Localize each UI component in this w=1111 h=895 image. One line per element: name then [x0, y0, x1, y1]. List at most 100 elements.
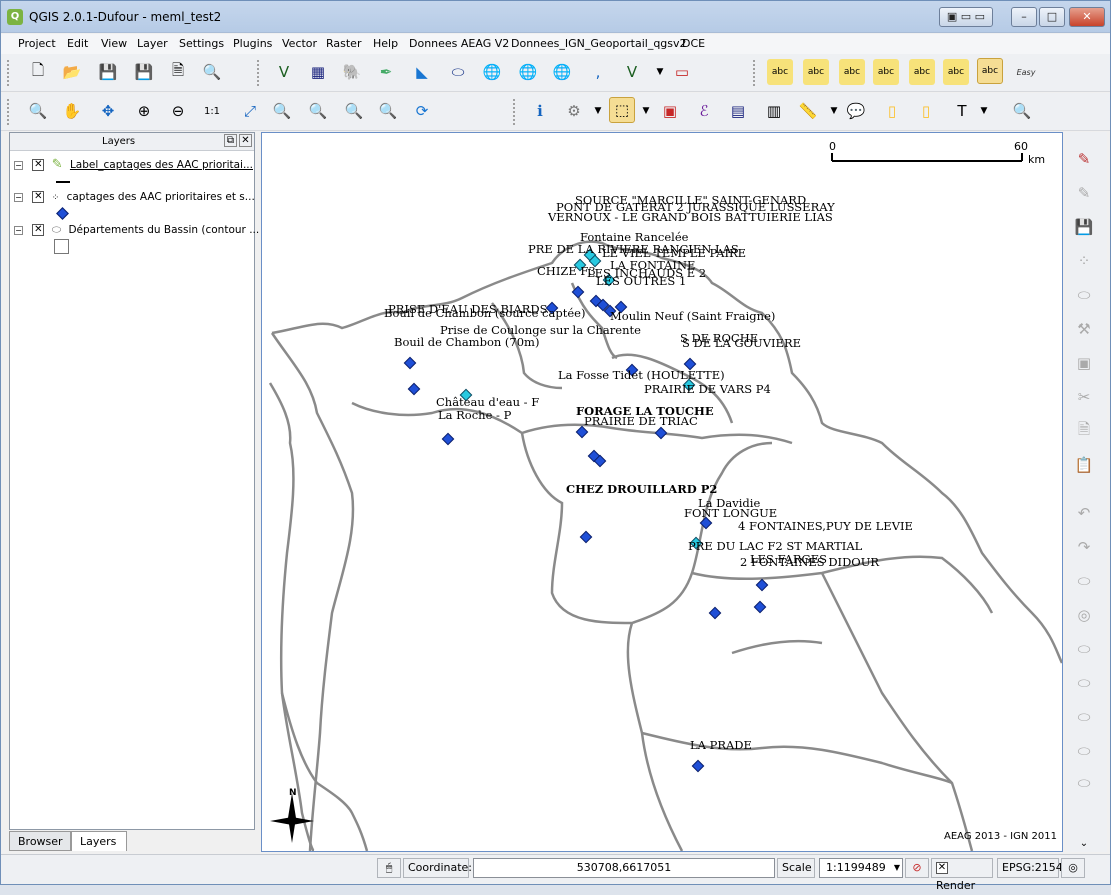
move-label-icon[interactable]: abc	[909, 59, 935, 85]
tab-layers[interactable]: Layers	[71, 831, 127, 851]
coordinate-field[interactable]: 530708,6617051	[473, 858, 775, 878]
new-print-composer-icon[interactable]: 🗎	[165, 59, 191, 85]
toolbar-grip[interactable]	[7, 99, 11, 125]
pin-labels-icon[interactable]: abc	[803, 59, 829, 85]
messages-icon[interactable]: ◎	[1061, 858, 1085, 878]
toolbar-grip[interactable]	[7, 60, 11, 86]
label-tool-icon[interactable]: abc	[767, 59, 793, 85]
layer-visibility-checkbox[interactable]: ✕	[32, 159, 45, 171]
new-project-icon[interactable]: 🗋	[25, 59, 51, 85]
undo-icon[interactable]: ↶	[1071, 500, 1097, 526]
menu-view[interactable]: View	[101, 37, 127, 50]
map-svg[interactable]: N 0 60 km SOURCE "MARCILLE" SAINT-GENARD…	[262, 133, 1062, 851]
chevron-down-icon[interactable]: ▼	[894, 859, 900, 877]
open-project-icon[interactable]: 📂	[59, 59, 85, 85]
zoom-in-icon[interactable]: ⊕	[131, 98, 157, 124]
zoom-native-resolution-icon[interactable]: 1:1	[199, 98, 225, 124]
map-point[interactable]	[575, 425, 589, 439]
select-features-icon[interactable]: ⬚	[609, 97, 635, 123]
reshape-features-icon[interactable]: ⬭	[1071, 738, 1097, 764]
offset-curve-icon[interactable]: ⬭	[1071, 770, 1097, 796]
layer-visibility-checkbox[interactable]: ✕	[32, 224, 45, 236]
chevron-down-icon[interactable]: ▼	[971, 98, 997, 124]
collapse-icon[interactable]: −	[14, 192, 23, 202]
close-panel-icon[interactable]: ✕	[239, 134, 252, 147]
chevron-down-icon[interactable]: ▼	[633, 98, 659, 124]
menu-raster[interactable]: Raster	[326, 37, 361, 50]
map-point[interactable]	[708, 606, 722, 620]
scale-combobox[interactable]: 1:1199489 ▼	[819, 858, 903, 878]
map-point[interactable]	[654, 426, 668, 440]
stop-render-icon[interactable]: ⊘	[905, 858, 929, 878]
remove-layer-icon[interactable]: ▭	[669, 59, 695, 85]
layer-item-captages[interactable]: − ✕ ⁘ captages des AAC prioritaires et s…	[14, 191, 255, 209]
menu-vector[interactable]: Vector	[282, 37, 317, 50]
save-edits-icon[interactable]: 💾	[1071, 214, 1097, 240]
show-bookmarks-icon[interactable]: ▯	[913, 98, 939, 124]
refresh-icon[interactable]: ⟳	[409, 98, 435, 124]
layer-item-departements[interactable]: − ✕ ⬭ Départements du Bassin (contour ..…	[14, 223, 259, 241]
delete-part-icon[interactable]: ⬭	[1071, 704, 1097, 730]
map-tips-icon[interactable]: 💬	[843, 98, 869, 124]
touch-zoom-icon[interactable]: 🔍	[25, 98, 51, 124]
node-tool-icon[interactable]: ⚒	[1071, 316, 1097, 342]
zoom-full-icon[interactable]: ⤢	[237, 98, 263, 124]
close-window-button[interactable]: ✕	[1069, 7, 1105, 27]
show-hide-labels-icon[interactable]: abc	[873, 59, 899, 85]
add-wfs-layer-icon[interactable]: 🌐	[549, 59, 575, 85]
map-point[interactable]	[691, 759, 705, 773]
statistical-summary-icon[interactable]: ▥	[761, 98, 787, 124]
add-vector-layer-icon[interactable]: V	[271, 59, 297, 85]
cut-features-icon[interactable]: ✂	[1071, 384, 1097, 410]
tab-browser[interactable]: Browser	[9, 831, 71, 851]
plugin-tool-icon[interactable]: 🔍	[1009, 98, 1035, 124]
add-wcs-layer-icon[interactable]: 🌐	[515, 59, 541, 85]
zoom-last-icon[interactable]: 🔍	[341, 98, 367, 124]
add-oracle-layer-icon[interactable]: ⬭	[445, 59, 471, 85]
identify-features-icon[interactable]: ℹ	[527, 98, 553, 124]
paste-features-icon[interactable]: 📋	[1071, 452, 1097, 478]
delete-selected-icon[interactable]: ▣	[1071, 350, 1097, 376]
add-spatialite-layer-icon[interactable]: ✒	[373, 59, 399, 85]
save-as-icon[interactable]: 💾	[131, 59, 157, 85]
mouse-icon[interactable]: 🖱	[377, 858, 401, 878]
toolbar-grip[interactable]	[513, 99, 517, 125]
add-part-icon[interactable]: ⬭	[1071, 636, 1097, 662]
minimize-button[interactable]: –	[1011, 7, 1037, 27]
toggle-editing-icon[interactable]: ✎	[1071, 146, 1097, 172]
field-calculator-icon[interactable]: ℰ	[691, 98, 717, 124]
copy-features-icon[interactable]: 🗎	[1071, 418, 1097, 444]
menu-settings[interactable]: Settings	[179, 37, 224, 50]
deselect-features-icon[interactable]: ▣	[657, 98, 683, 124]
menu-plugins[interactable]: Plugins	[233, 37, 272, 50]
run-feature-action-icon[interactable]: ⚙	[561, 98, 587, 124]
float-panel-icon[interactable]: ⧉	[224, 134, 237, 147]
menu-layer[interactable]: Layer	[137, 37, 168, 50]
delete-ring-icon[interactable]: ⬭	[1071, 670, 1097, 696]
pan-hand-icon[interactable]: ✋	[59, 98, 85, 124]
chevron-down-icon[interactable]: ⌄	[1071, 830, 1097, 856]
composer-manager-icon[interactable]: 🔍	[199, 59, 225, 85]
render-toggle[interactable]: ✕ Render	[931, 858, 993, 892]
rotate-label-icon[interactable]: abc	[943, 59, 969, 85]
zoom-to-layer-icon[interactable]: 🔍	[305, 98, 331, 124]
highlight-pinned-labels-icon[interactable]: abc	[839, 59, 865, 85]
toolbar-grip[interactable]	[257, 60, 261, 86]
render-checkbox[interactable]: ✕	[936, 862, 948, 874]
add-ring-icon[interactable]: ◎	[1071, 602, 1097, 628]
save-project-icon[interactable]: 💾	[95, 59, 121, 85]
zoom-next-icon[interactable]: 🔍	[375, 98, 401, 124]
move-feature-icon[interactable]: ⬭	[1071, 282, 1097, 308]
chevron-down-icon[interactable]: ▼	[585, 98, 611, 124]
map-point[interactable]	[753, 600, 767, 614]
zoom-out-icon[interactable]: ⊖	[165, 98, 191, 124]
add-raster-layer-icon[interactable]: ▦	[305, 59, 331, 85]
menu-project[interactable]: Project	[18, 37, 56, 50]
easy-labeling-icon[interactable]: Easy	[1013, 59, 1039, 85]
menu-edit[interactable]: Edit	[67, 37, 88, 50]
new-bookmark-icon[interactable]: ▯	[879, 98, 905, 124]
map-canvas[interactable]: N 0 60 km SOURCE "MARCILLE" SAINT-GENARD…	[261, 132, 1063, 852]
pencil-icon[interactable]: ✎	[1071, 180, 1097, 206]
new-shapefile-icon[interactable]: V	[619, 59, 645, 85]
maximize-button[interactable]: □	[1039, 7, 1065, 27]
